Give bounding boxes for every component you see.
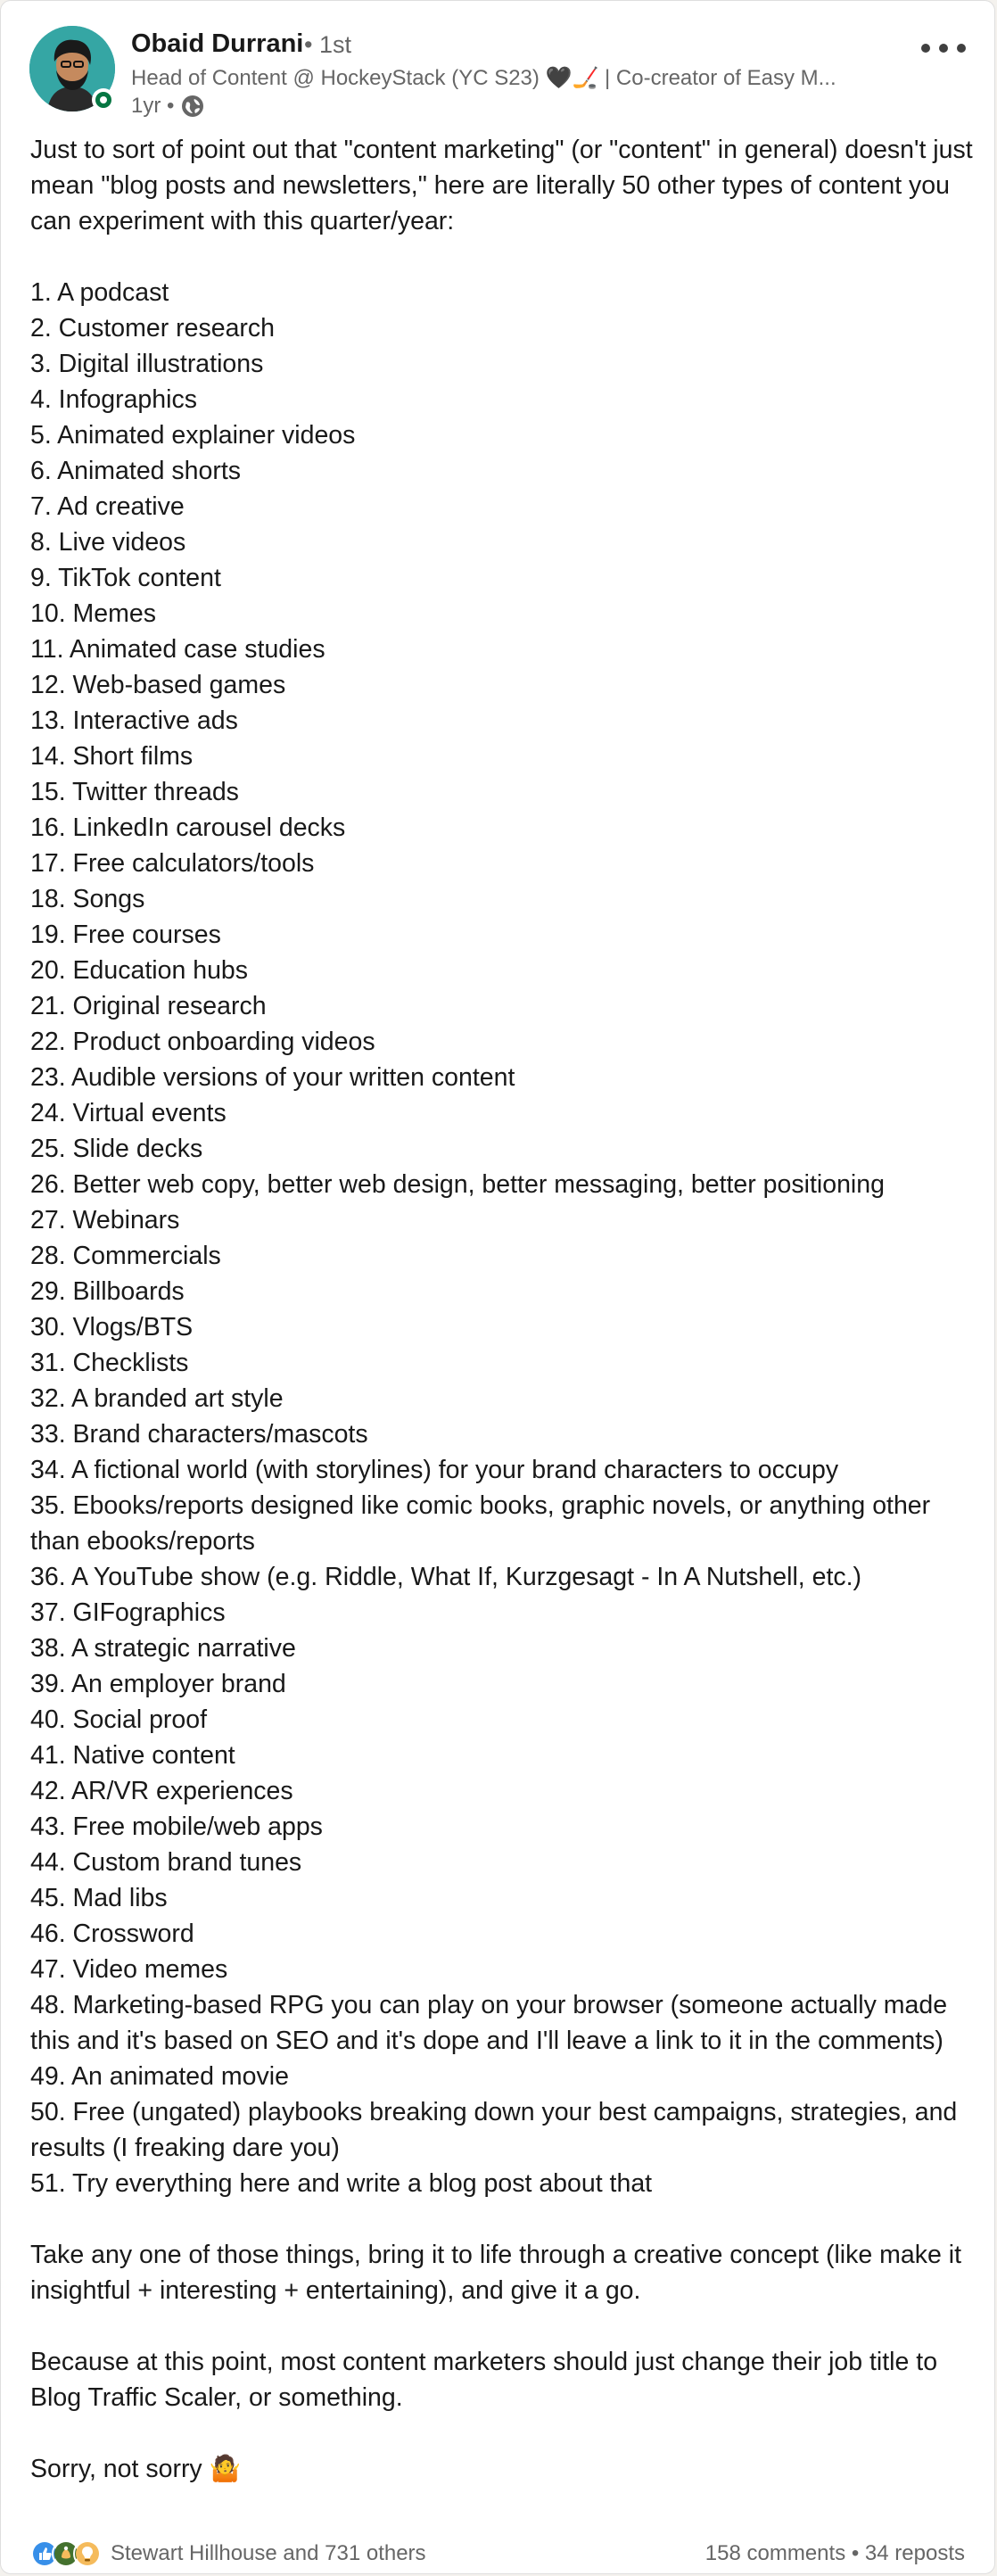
- author-name[interactable]: Obaid Durrani: [131, 29, 303, 59]
- list-item: 13. Interactive ads: [30, 706, 238, 735]
- post-body: Just to sort of point out that "content …: [30, 132, 976, 2487]
- list-item: 28. Commercials: [30, 1242, 221, 1270]
- list-item: 26. Better web copy, better web design, …: [30, 1170, 885, 1199]
- list-item: 30. Vlogs/BTS: [30, 1313, 194, 1342]
- list-item: 40. Social proof: [30, 1705, 208, 1734]
- list-item: 12. Web-based games: [30, 671, 286, 699]
- list-item: 43. Free mobile/web apps: [30, 1812, 323, 1841]
- post-meta: 1yr •: [131, 94, 204, 119]
- post-header: Obaid Durrani • 1st Head of Content @ Ho…: [29, 26, 966, 124]
- list-item: 17. Free calculators/tools: [30, 849, 315, 878]
- list-item: 1. A podcast: [30, 278, 169, 307]
- list-item: 14. Short films: [30, 742, 194, 771]
- list-item: 35. Ebooks/reports designed like comic b…: [30, 1491, 931, 1556]
- content-types-list: 1. A podcast 2. Customer research 3. Digit…: [30, 275, 976, 2201]
- list-item: 2. Customer research: [30, 314, 276, 343]
- list-item: 44. Custom brand tunes: [30, 1848, 302, 1877]
- list-item: 19. Free courses: [30, 921, 221, 949]
- post-card: Obaid Durrani • 1st Head of Content @ Ho…: [0, 0, 995, 2574]
- reactions-summary[interactable]: Stewart Hillhouse and 731 others: [30, 2539, 426, 2568]
- more-options-icon[interactable]: [921, 35, 966, 62]
- list-item: 10. Memes: [30, 599, 156, 628]
- list-item: 46. Crossword: [30, 1920, 194, 1948]
- list-item: 49. An animated movie: [30, 2062, 289, 2091]
- list-item: 47. Video memes: [30, 1955, 228, 1984]
- list-item: 5. Animated explainer videos: [30, 421, 356, 450]
- list-item: 32. A branded art style: [30, 1384, 284, 1413]
- list-item: 21. Original research: [30, 992, 267, 1020]
- globe-icon: [181, 95, 204, 118]
- list-item: 45. Mad libs: [30, 1884, 168, 1912]
- list-item: 22. Product onboarding videos: [30, 1028, 375, 1056]
- list-item: 4. Infographics: [30, 385, 197, 414]
- list-item: 15. Twitter threads: [30, 778, 239, 806]
- list-item: 3. Digital illustrations: [30, 350, 264, 378]
- list-item: 31. Checklists: [30, 1349, 189, 1377]
- author-headline: Head of Content @ HockeyStack (YC S23) 🖤…: [131, 66, 836, 90]
- comments-reposts-count[interactable]: 158 comments • 34 reposts: [705, 2541, 965, 2566]
- insightful-reaction-icon: [73, 2539, 102, 2568]
- social-counts-bar: Stewart Hillhouse and 731 others 158 com…: [30, 2539, 965, 2575]
- list-item: 42. AR/VR experiences: [30, 1777, 293, 1805]
- list-item: 6. Animated shorts: [30, 457, 242, 485]
- list-item: 24. Virtual events: [30, 1099, 227, 1127]
- list-item: 29. Billboards: [30, 1277, 185, 1306]
- list-item: 36. A YouTube show (e.g. Riddle, What If…: [30, 1563, 862, 1591]
- post-intro: Just to sort of point out that "content …: [30, 136, 973, 235]
- post-paragraph-3: Because at this point, most content mark…: [30, 2348, 938, 2412]
- list-item: 48. Marketing-based RPG you can play on …: [30, 1991, 948, 2055]
- list-item: 11. Animated case studies: [30, 635, 325, 664]
- list-item: 50. Free (ungated) playbooks breaking do…: [30, 2098, 958, 2162]
- post-paragraph-2: Take any one of those things, bring it t…: [30, 2241, 961, 2305]
- post-time: 1yr •: [131, 94, 175, 118]
- reactions-text: Stewart Hillhouse and 731 others: [111, 2541, 426, 2565]
- list-item: 25. Slide decks: [30, 1135, 203, 1163]
- online-status-icon: [92, 88, 115, 111]
- list-item: 39. An employer brand: [30, 1670, 286, 1698]
- list-item: 16. LinkedIn carousel decks: [30, 813, 346, 842]
- list-item: 33. Brand characters/mascots: [30, 1420, 368, 1449]
- list-item: 7. Ad creative: [30, 492, 185, 521]
- list-item: 41. Native content: [30, 1741, 235, 1770]
- list-item: 8. Live videos: [30, 528, 186, 557]
- list-item: 37. GIFographics: [30, 1598, 226, 1627]
- connection-degree: • 1st: [304, 31, 351, 58]
- list-item: 9. TikTok content: [30, 564, 221, 592]
- post-closing: Sorry, not sorry 🤷: [30, 2455, 242, 2483]
- list-item: 23. Audible versions of your written con…: [30, 1063, 515, 1092]
- list-item: 27. Webinars: [30, 1206, 180, 1234]
- list-item: 38. A strategic narrative: [30, 1634, 296, 1663]
- list-item: 51. Try everything here and write a blog…: [30, 2169, 653, 2198]
- list-item: 20. Education hubs: [30, 956, 249, 985]
- list-item: 34. A fictional world (with storylines) …: [30, 1456, 839, 1484]
- list-item: 18. Songs: [30, 885, 145, 913]
